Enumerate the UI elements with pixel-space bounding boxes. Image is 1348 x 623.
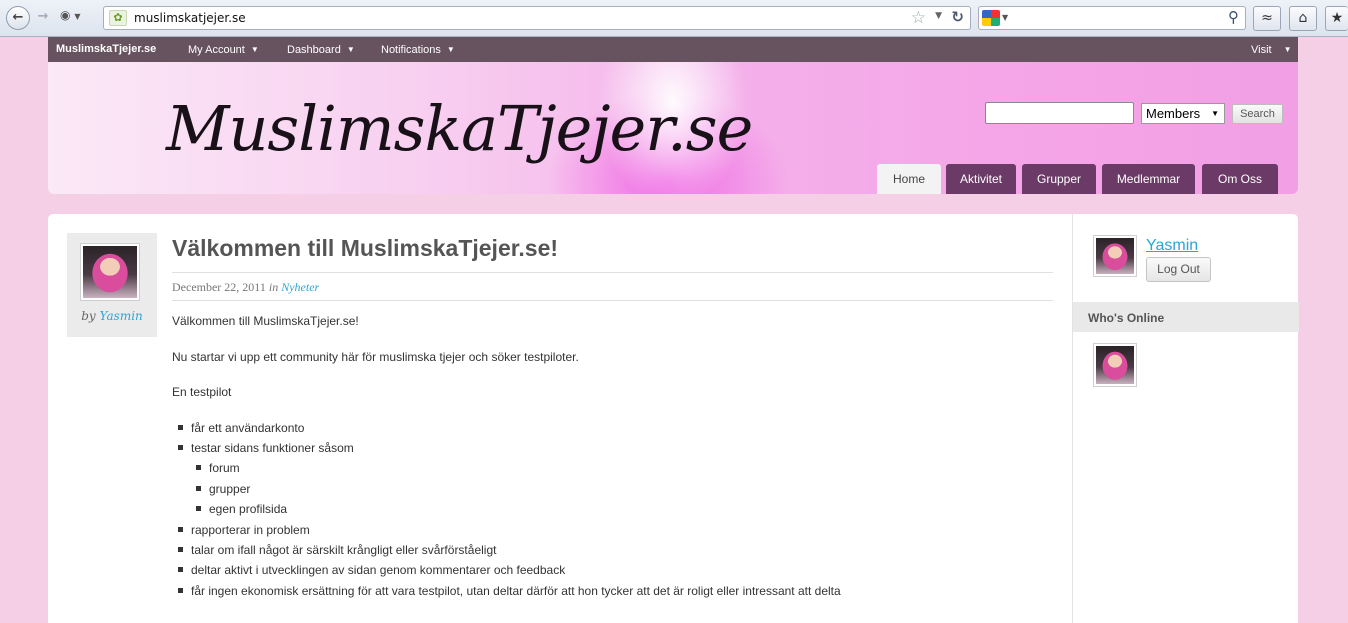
list-item-text: testar sidans funktioner såsom [191, 441, 354, 455]
chevron-down-icon: ▼ [1283, 45, 1292, 54]
by-label: by [81, 309, 96, 323]
tab-grupper[interactable]: Grupper [1022, 164, 1096, 194]
logout-button[interactable]: Log Out [1146, 257, 1211, 282]
list-item: får ingen ekonomisk ersättning för att v… [178, 584, 841, 598]
list-item: talar om ifall något är särskilt krångli… [178, 543, 496, 557]
post-paragraph: En testpilot [172, 385, 232, 399]
site-header: MuslimskaTjejer.se Members ▼ Search Home… [48, 62, 1298, 194]
home-button[interactable]: ⌂ [1289, 6, 1317, 31]
sublist-item: egen profilsida [196, 502, 287, 516]
list-item: testar sidans funktioner såsom [178, 441, 354, 455]
menu-my-account[interactable]: My Account ▼ [188, 44, 259, 56]
whos-online-title: Who's Online [1073, 302, 1299, 332]
chevron-down-icon: ▼ [446, 45, 455, 54]
sublist-item: forum [196, 461, 240, 475]
post-byline: by Yasmin [67, 309, 157, 323]
back-button[interactable]: ← [6, 6, 30, 30]
user-avatar[interactable] [1094, 236, 1136, 276]
post-author-box: by Yasmin [67, 233, 157, 337]
tab-home[interactable]: Home [877, 164, 941, 194]
list-item: deltar aktivt i utvecklingen av sidan ge… [178, 563, 565, 577]
post-paragraph: Välkommen till MuslimskaTjejer.se! [172, 314, 359, 328]
list-item-text: talar om ifall något är särskilt krångli… [191, 543, 497, 557]
home-icon: ⌂ [1298, 10, 1308, 26]
site-search-input[interactable] [985, 102, 1134, 124]
bullet-icon [178, 425, 183, 430]
list-item-text: får ett användarkonto [191, 421, 305, 435]
arrow-left-icon: ← [12, 10, 24, 25]
reload-icon[interactable]: ↻ [951, 8, 964, 26]
admin-bar: MuslimskaTjejer.se My Account ▼ Dashboard… [48, 37, 1298, 62]
list-item-text: egen profilsida [209, 502, 288, 516]
tab-om-oss[interactable]: Om Oss [1202, 164, 1278, 194]
bullet-icon [196, 506, 201, 511]
online-user-avatar[interactable] [1094, 344, 1136, 386]
bullet-icon [178, 445, 183, 450]
bullet-icon [178, 588, 183, 593]
chevron-down-icon: ▼ [346, 45, 355, 54]
list-item-text: grupper [209, 482, 251, 496]
sublist-item: grupper [196, 482, 250, 496]
chevron-down-icon[interactable]: ▼ [1002, 13, 1008, 22]
chevron-down-icon: ▼ [250, 45, 259, 54]
forward-button[interactable]: → [32, 7, 54, 29]
tab-aktivitet[interactable]: Aktivitet [946, 164, 1016, 194]
post-title[interactable]: Välkommen till MuslimskaTjejer.se! [172, 235, 558, 262]
author-avatar[interactable] [81, 244, 139, 300]
bookmarks-button[interactable]: ★ [1325, 6, 1348, 31]
chevron-down-icon: ▼ [1211, 109, 1219, 118]
browser-toolbar: ← → ◉ ▼ ✿ muslimskatjejer.se ☆ ▼ ↻ ▼ ⚲ ≈… [0, 0, 1348, 37]
category-link[interactable]: Nyheter [281, 280, 319, 294]
post-date: December 22, 2011 [172, 280, 266, 294]
bullet-icon [178, 547, 183, 552]
menu-visit[interactable]: Visit ▼ [1251, 44, 1292, 56]
list-item: rapporterar in problem [178, 523, 310, 537]
user-profile-link[interactable]: Yasmin [1146, 237, 1198, 255]
chevron-down-icon: ▼ [74, 12, 81, 21]
search-type-select[interactable]: Members ▼ [1141, 103, 1225, 124]
in-label: in [268, 280, 279, 294]
rss-button[interactable]: ≈ [1253, 6, 1281, 31]
menu-label: Dashboard [287, 44, 341, 56]
search-engine-icon[interactable] [982, 10, 1000, 26]
bullet-icon [178, 527, 183, 532]
bullet-icon [196, 465, 201, 470]
author-link[interactable]: Yasmin [100, 309, 143, 323]
search-type-value: Members [1146, 106, 1201, 121]
list-item: får ett användarkonto [178, 421, 304, 435]
menu-dashboard[interactable]: Dashboard ▼ [287, 44, 355, 56]
main-content: by Yasmin Välkommen till MuslimskaTjejer… [48, 214, 1299, 623]
list-item-text: forum [209, 461, 240, 475]
admin-bar-brand[interactable]: MuslimskaTjejer.se [56, 43, 156, 55]
site-logo[interactable]: MuslimskaTjejer.se [166, 92, 753, 165]
search-icon[interactable]: ⚲ [1228, 8, 1239, 26]
menu-label: Visit [1251, 44, 1272, 56]
site-identity-button[interactable]: ◉ ▼ [60, 8, 96, 28]
sidebar: Yasmin Log Out Who's Online [1072, 214, 1299, 623]
post-paragraph: Nu startar vi upp ett community här för … [172, 350, 579, 364]
list-item-text: deltar aktivt i utvecklingen av sidan ge… [191, 563, 566, 577]
url-text[interactable]: muslimskatjejer.se [134, 11, 246, 25]
bookmarks-icon: ★ [1330, 10, 1344, 26]
address-bar[interactable]: ✿ muslimskatjejer.se ☆ ▼ ↻ [103, 6, 971, 30]
menu-label: My Account [188, 44, 245, 56]
rss-icon: ≈ [1261, 10, 1273, 26]
post-meta: December 22, 2011 in Nyheter [172, 272, 1053, 301]
history-dropdown-icon[interactable]: ▼ [935, 11, 942, 21]
tab-medlemmar[interactable]: Medlemmar [1102, 164, 1195, 194]
list-item-text: rapporterar in problem [191, 523, 310, 537]
search-button[interactable]: Search [1232, 104, 1283, 124]
bookmark-star-icon[interactable]: ☆ [911, 8, 926, 28]
bullet-icon [178, 567, 183, 572]
globe-icon: ◉ [60, 8, 71, 22]
arrow-right-icon: → [37, 9, 49, 24]
browser-search-bar[interactable]: ▼ ⚲ [978, 6, 1246, 30]
bullet-icon [196, 486, 201, 491]
favicon-icon: ✿ [109, 10, 127, 26]
browser-search-input[interactable] [1015, 10, 1205, 26]
list-item-text: får ingen ekonomisk ersättning för att v… [191, 584, 841, 598]
menu-notifications[interactable]: Notifications ▼ [381, 44, 455, 56]
menu-label: Notifications [381, 44, 441, 56]
